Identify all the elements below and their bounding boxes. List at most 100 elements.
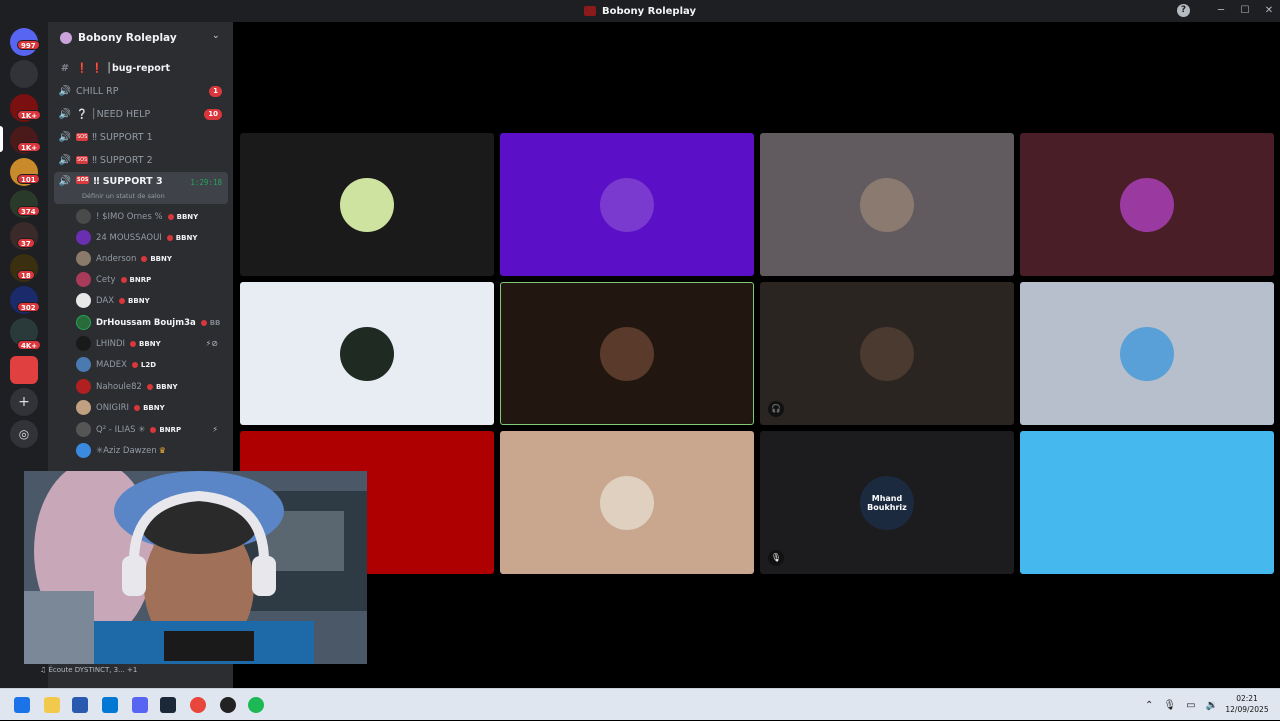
flame-icon xyxy=(150,426,157,433)
voice-user[interactable]: 24 MOUSSAOUI BBNY xyxy=(76,227,226,248)
user-name: ONIGIRI xyxy=(96,402,130,413)
clock[interactable]: 02:21 12/09/2025 xyxy=(1222,693,1272,715)
participant-avatar xyxy=(340,177,394,232)
flame-icon xyxy=(119,297,126,304)
sos-icon: SOS xyxy=(76,176,90,184)
channel-label: ❗ ❗ │bug-report xyxy=(76,62,170,74)
channel-support-1[interactable]: 🔊 SOS ‼ SUPPORT 1 xyxy=(54,127,228,147)
sos-icon: SOS xyxy=(76,133,89,141)
taskbar: ⌃ 🎙 ▭ 🔉 02:21 12/09/2025 xyxy=(0,688,1280,720)
avatar xyxy=(76,293,91,308)
avatar xyxy=(76,400,91,415)
discord-icon[interactable] xyxy=(132,697,148,713)
participant-avatar xyxy=(600,475,654,530)
channel-count: 1 xyxy=(209,85,222,97)
windows-start-icon[interactable] xyxy=(14,697,30,713)
volume-icon[interactable]: 🔉 xyxy=(1206,700,1218,711)
microphone-icon[interactable]: 🎙 xyxy=(1163,700,1176,711)
voice-tile[interactable] xyxy=(240,133,494,276)
monitor-icon[interactable]: ▭ xyxy=(1186,700,1195,711)
user-tag: BBNY xyxy=(146,383,178,391)
voice-user[interactable]: DrHoussam Boujm3a BB xyxy=(76,312,226,333)
outlook-icon[interactable] xyxy=(102,697,118,713)
participant-avatar xyxy=(1120,326,1174,381)
voice-user[interactable]: Anderson BBNY xyxy=(76,248,226,269)
speaker-icon: 🔊 xyxy=(58,176,72,187)
voice-user[interactable]: LHINDI BBNY ⚡⊘ xyxy=(76,333,226,354)
muted-mic-icon: 🎙 xyxy=(768,550,784,566)
avatar xyxy=(76,336,91,351)
webcam-overlay xyxy=(24,471,367,664)
close-icon[interactable]: ✕ xyxy=(1261,3,1277,19)
voice-tile[interactable] xyxy=(240,282,494,425)
chrome-icon[interactable] xyxy=(190,697,206,713)
avatar xyxy=(76,209,91,224)
voice-user[interactable]: Q² - ILIAS ✳ BNRP ⚡ xyxy=(76,419,226,440)
user-tag: BNRP xyxy=(150,426,181,434)
user-name: 24 MOUSSAOUI xyxy=(96,232,162,243)
help-icon[interactable]: ? xyxy=(1177,4,1190,17)
voice-user[interactable]: Cety BNRP xyxy=(76,269,226,290)
avatar xyxy=(76,251,91,266)
voice-tile[interactable] xyxy=(500,431,754,574)
spotify-icon[interactable] xyxy=(248,697,264,713)
voice-tile[interactable]: 🎧 xyxy=(760,282,1014,425)
server-header[interactable]: Bobony Roleplay ⌄ xyxy=(48,22,233,54)
avatar xyxy=(76,443,91,458)
voice-tile[interactable] xyxy=(760,133,1014,276)
user-tag: L2D xyxy=(131,360,157,369)
voice-user[interactable]: ! $IMO Ornes % BBNY xyxy=(76,206,226,227)
minimize-icon[interactable]: ─ xyxy=(1213,3,1229,19)
participant-avatar xyxy=(860,326,914,381)
flame-icon xyxy=(141,255,148,262)
user-tag-label: BNRP xyxy=(129,275,152,284)
voice-user[interactable]: MADEX L2D xyxy=(76,354,226,375)
add-server-icon[interactable]: + xyxy=(10,388,38,416)
voice-tile[interactable] xyxy=(500,282,754,425)
now-playing[interactable]: ♫ Écoute DYSTINCT, 3... +1 xyxy=(24,660,233,680)
voice-user[interactable]: ✳Aziz Dawzen ♛ xyxy=(76,440,226,461)
avatar xyxy=(76,422,91,437)
user-tag-label: BB xyxy=(209,318,221,327)
voice-tile[interactable] xyxy=(1020,282,1274,425)
steam-icon[interactable] xyxy=(160,697,176,713)
voice-tile[interactable] xyxy=(1020,133,1274,276)
server-icon[interactable] xyxy=(10,356,38,384)
flame-icon xyxy=(134,404,141,411)
user-tag-label: BBNY xyxy=(128,296,150,305)
user-name: MADEX xyxy=(96,359,127,370)
file-explorer-icon[interactable] xyxy=(44,697,60,713)
voice-stage: 🎧 Mhand Boukhriz 🎙 xyxy=(233,22,1280,688)
inbox-icon[interactable] xyxy=(10,60,38,88)
channel-status[interactable]: Définir un statut de salon xyxy=(82,192,165,200)
voice-tile[interactable] xyxy=(1020,431,1274,574)
window-titlebar: Bobony Roleplay ? ─ ☐ ✕ xyxy=(0,0,1280,22)
voice-tile[interactable] xyxy=(500,133,754,276)
user-name: ! $IMO Ornes % xyxy=(96,211,163,222)
user-tag-label: BBNY xyxy=(143,403,165,412)
channel-need-help[interactable]: 🔊 ❔ │NEED HELP 10 xyxy=(54,104,228,124)
user-tag: BBNY xyxy=(141,255,172,263)
sos-icon: SOS xyxy=(76,156,89,164)
store-icon[interactable] xyxy=(72,697,88,713)
channel-support-2[interactable]: 🔊 SOS ‼ SUPPORT 2 xyxy=(54,150,228,170)
flame-icon xyxy=(166,234,173,241)
user-tag-label: L2D xyxy=(140,360,157,369)
explore-icon[interactable]: ◎ xyxy=(10,420,38,448)
voice-user[interactable]: DAX BBNY xyxy=(76,290,226,311)
rail-badge: 1K+ xyxy=(17,110,42,120)
channel-chill-rp[interactable]: 🔊 CHILL RP 1 xyxy=(54,81,228,101)
voice-user[interactable]: Nahoule82 BBNY xyxy=(76,376,226,397)
voice-user[interactable]: ONIGIRI BBNY xyxy=(76,397,226,418)
chevron-up-icon[interactable]: ⌃ xyxy=(1145,700,1153,711)
app-icon[interactable] xyxy=(220,697,236,713)
user-name: Nahoule82 xyxy=(96,381,142,392)
participant-avatar xyxy=(340,326,394,381)
channel-support-3[interactable]: 🔊 SOS ‼ SUPPORT 3 1:29:18 Définir un sta… xyxy=(54,172,228,204)
chevron-down-icon[interactable]: ⌄ xyxy=(212,31,220,41)
voice-tile[interactable]: Mhand Boukhriz 🎙 xyxy=(760,431,1014,574)
maximize-icon[interactable]: ☐ xyxy=(1237,3,1253,19)
user-tag-label: BBNY xyxy=(150,254,172,263)
channel-bug-report[interactable]: # ❗ ❗ │bug-report xyxy=(54,58,228,78)
user-name: DrHoussam Boujm3a xyxy=(96,317,196,328)
